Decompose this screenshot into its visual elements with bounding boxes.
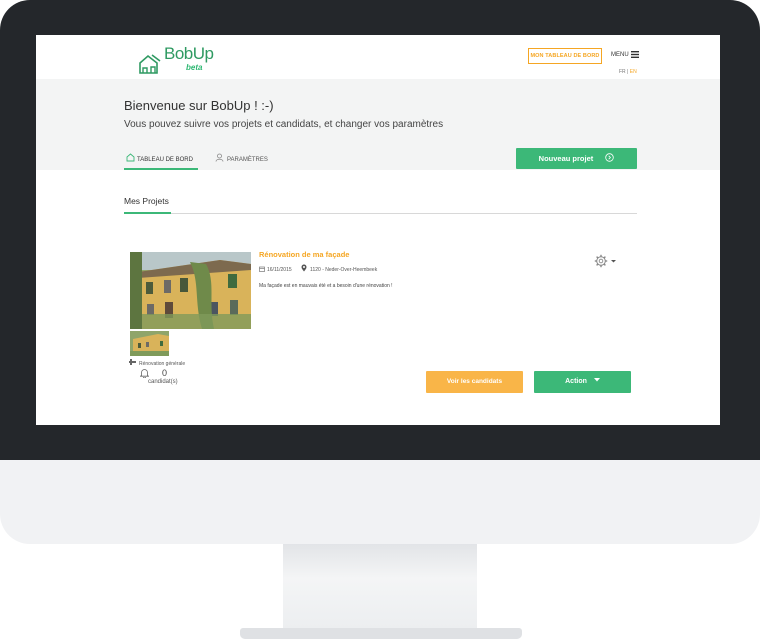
arrow-circle-right-icon [605, 153, 615, 162]
action-button-label: Action [565, 378, 587, 385]
action-dropdown-button[interactable]: Action [534, 371, 631, 393]
bell-icon [140, 369, 149, 378]
browser-screen: BobUp beta MON TABLEAU DE BORD MENU FR |… [36, 35, 720, 425]
project-thumbnail[interactable] [130, 331, 169, 356]
active-tab-underline [124, 168, 198, 170]
candidate-label: candidat(s) [148, 379, 178, 385]
user-icon [215, 153, 224, 162]
see-candidates-button[interactable]: Voir les candidats [426, 371, 523, 393]
tab-dashboard-label: TABLEAU DE BORD [137, 157, 193, 163]
logo-beta-badge: beta [186, 63, 203, 72]
project-category-label: Rénovation générale [139, 361, 186, 367]
tab-dashboard[interactable]: TABLEAU DE BORD [126, 153, 193, 169]
lang-en-link[interactable]: EN [630, 69, 637, 75]
tools-icon [129, 359, 136, 365]
project-photo[interactable] [130, 252, 251, 329]
candidate-count: 0 [162, 368, 168, 378]
lang-separator: | [627, 69, 629, 75]
project-meta: 16/11/2015 1120 - Neder-Over-Heembeek [259, 264, 377, 273]
project-title[interactable]: Rénovation de ma façade [259, 250, 349, 259]
tab-settings-label: PARAMÈTRES [227, 157, 268, 163]
new-project-label: Nouveau projet [538, 154, 594, 163]
welcome-heading: Bienvenue sur BobUp ! :-) [124, 98, 274, 113]
my-projects-heading: Mes Projets [124, 196, 169, 206]
monitor-stand-neck [283, 544, 477, 630]
calendar-icon [259, 266, 265, 272]
new-project-button[interactable]: Nouveau projet [516, 148, 637, 169]
monitor-stand-base [240, 628, 522, 639]
house-icon [126, 153, 135, 162]
project-category: Rénovation générale [129, 359, 185, 367]
project-description: Ma façade est en mauvais été et a besoin… [259, 283, 393, 289]
section-divider-accent [124, 212, 171, 214]
project-location: 1120 - Neder-Over-Heembeek [310, 267, 378, 273]
welcome-subtitle: Vous pouvez suivre vos projets et candid… [124, 119, 444, 130]
map-pin-icon [301, 264, 307, 272]
menu-label[interactable]: MENU [611, 52, 629, 58]
hamburger-menu-icon[interactable] [631, 51, 639, 58]
section-divider [124, 213, 637, 214]
language-switcher: FR | EN [619, 69, 637, 75]
monitor-chin [0, 460, 760, 544]
tab-settings[interactable]: PARAMÈTRES [215, 153, 268, 163]
lang-fr-link[interactable]: FR [619, 69, 626, 75]
logo-text[interactable]: BobUp [164, 44, 214, 64]
caret-down-icon [593, 378, 600, 382]
gear-icon[interactable] [593, 254, 619, 268]
my-dashboard-button[interactable]: MON TABLEAU DE BORD [528, 48, 602, 64]
project-date: 16/11/2015 [267, 267, 292, 273]
